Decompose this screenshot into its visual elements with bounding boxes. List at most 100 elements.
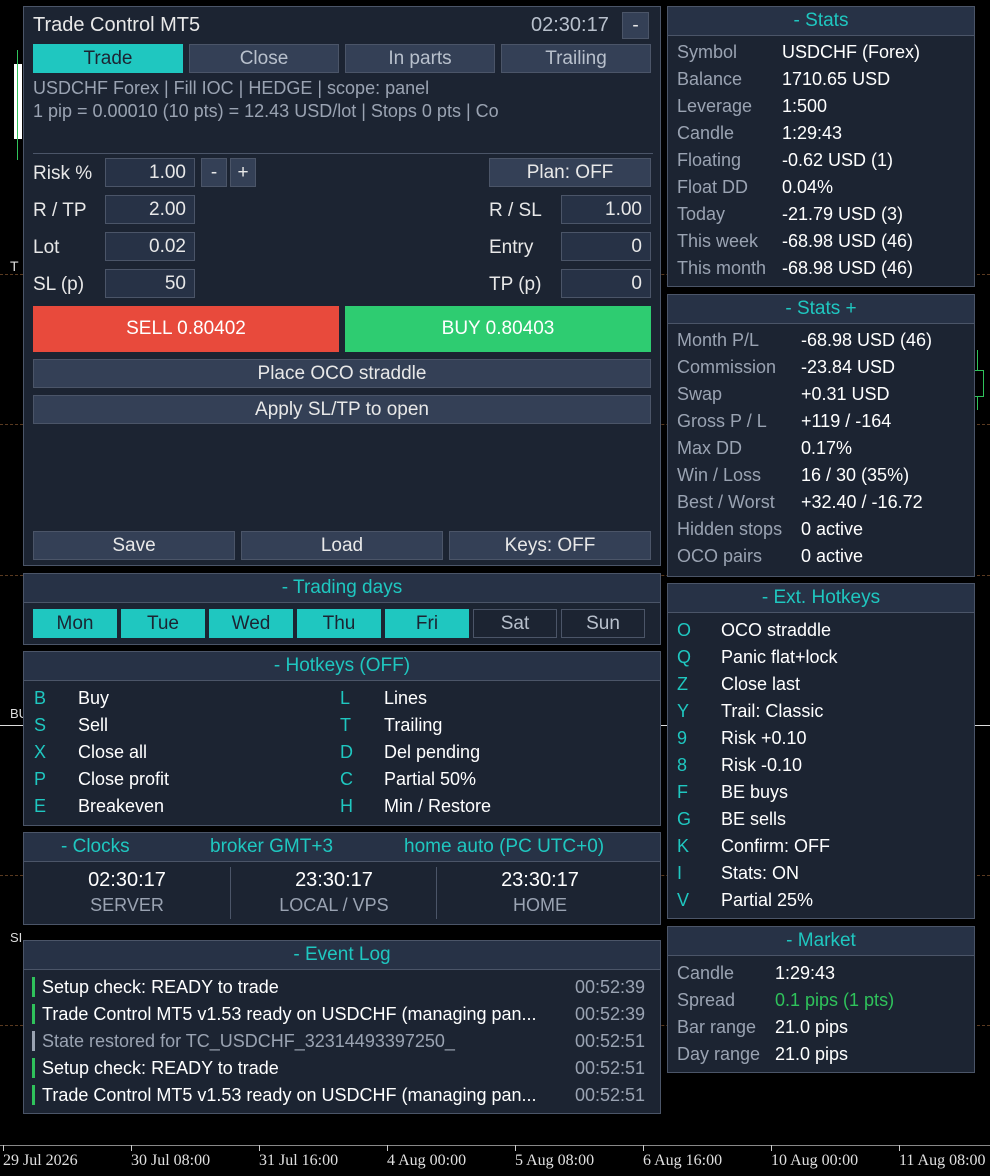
- tab-close[interactable]: Close: [189, 44, 339, 73]
- time-axis-label: 31 Jul 16:00: [259, 1152, 339, 1169]
- market-value: 21.0 pips: [775, 1044, 849, 1064]
- stat-value: -68.98 USD (46): [782, 231, 914, 251]
- risk-decrease-button[interactable]: -: [201, 158, 227, 187]
- stat-label: Commission: [677, 357, 777, 377]
- log-time: 00:52:51: [575, 1031, 646, 1051]
- candle-wick: [17, 50, 18, 160]
- sell-button[interactable]: SELL 0.80402: [33, 306, 339, 352]
- section-title: - Trading days: [24, 574, 660, 603]
- clock-server: 02:30:17 SERVER: [24, 867, 230, 919]
- lot-input[interactable]: 0.02: [105, 232, 195, 261]
- trading-days-panel: - Trading days Mon Tue Wed Thu Fri Sat Sun: [23, 573, 661, 645]
- hotkey-key: V: [677, 890, 690, 910]
- hotkey-key: Z: [677, 674, 688, 694]
- day-toggle-mon[interactable]: Mon: [33, 609, 117, 638]
- tab-trailing[interactable]: Trailing: [501, 44, 651, 73]
- oco-straddle-button[interactable]: Place OCO straddle: [33, 359, 651, 388]
- stat-value: -23.84 USD: [801, 357, 896, 377]
- tp-input[interactable]: 0: [561, 269, 651, 298]
- log-message: Setup check: READY to trade: [42, 977, 279, 997]
- hotkey-key: H: [340, 796, 353, 816]
- hotkey-action: Partial 50%: [384, 769, 477, 789]
- time-axis-label: 4 Aug 00:00: [387, 1152, 467, 1169]
- market-panel: - Market Candle 1:29:43 Spread 0.1 pips (1 …: [667, 926, 975, 1073]
- keys-toggle-button[interactable]: Keys: OFF: [449, 531, 651, 560]
- risk-label: Risk %: [33, 163, 93, 184]
- stat-label: Win / Loss: [677, 465, 762, 485]
- market-value: 0.1 pips (1 pts): [775, 990, 895, 1010]
- stat-label: OCO pairs: [677, 546, 763, 566]
- stat-value: -21.79 USD (3): [782, 204, 904, 224]
- market-value: 1:29:43: [775, 963, 836, 983]
- stat-value: 1:500: [782, 96, 828, 116]
- entry-input[interactable]: 0: [561, 232, 651, 261]
- broker-timezone: broker GMT+3: [210, 836, 334, 857]
- section-title: - Stats +: [668, 295, 974, 324]
- clock-time: 23:30:17: [501, 869, 579, 891]
- day-toggle-sun[interactable]: Sun: [561, 609, 645, 638]
- hotkey-action: Partial 25%: [721, 890, 814, 910]
- apply-sl-tp-button[interactable]: Apply SL/TP to open: [33, 395, 651, 424]
- stat-label: Swap: [677, 384, 723, 404]
- hotkey-action: BE sells: [721, 809, 787, 829]
- hotkey-key: K: [677, 836, 690, 856]
- day-toggle-fri[interactable]: Fri: [385, 609, 469, 638]
- r-sl-input[interactable]: 1.00: [561, 195, 651, 224]
- tab-in-parts[interactable]: In parts: [345, 44, 495, 73]
- day-toggle-sat[interactable]: Sat: [473, 609, 557, 638]
- hotkey-key: S: [34, 715, 47, 735]
- entry-label: Entry: [489, 237, 534, 258]
- market-label: Day range: [677, 1044, 761, 1064]
- hotkey-action: BE buys: [721, 782, 789, 802]
- stat-label: Float DD: [677, 177, 749, 197]
- sl-input[interactable]: 50: [105, 269, 195, 298]
- stat-label: Balance: [677, 69, 743, 89]
- time-axis-label: 30 Jul 08:00: [131, 1152, 211, 1169]
- buy-button[interactable]: BUY 0.80403: [345, 306, 651, 352]
- chart-label-fragment: T: [10, 258, 19, 274]
- hotkey-key: F: [677, 782, 688, 802]
- clock-home: 23:30:17 HOME: [436, 867, 643, 919]
- lot-label: Lot: [33, 237, 60, 258]
- hotkey-key: X: [34, 742, 47, 762]
- hotkey-action: Stats: ON: [721, 863, 800, 883]
- log-time: 00:52:39: [575, 1004, 646, 1024]
- clock-label: LOCAL / VPS: [279, 895, 389, 915]
- save-button[interactable]: Save: [33, 531, 235, 560]
- day-toggle-tue[interactable]: Tue: [121, 609, 205, 638]
- hotkey-key: 8: [677, 755, 688, 775]
- log-time: 00:52:51: [575, 1058, 646, 1078]
- hotkey-key: C: [340, 769, 353, 789]
- time-axis-label: 29 Jul 2026: [3, 1152, 78, 1169]
- section-title: - Ext. Hotkeys: [668, 584, 974, 613]
- stat-value: +32.40 / -16.72: [801, 492, 923, 512]
- clocks-panel: - Clocks broker GMT+3 home auto (PC UTC+…: [23, 832, 661, 925]
- stat-label: Max DD: [677, 438, 743, 458]
- load-button[interactable]: Load: [241, 531, 443, 560]
- risk-input[interactable]: 1.00: [105, 158, 195, 187]
- time-axis-label: 5 Aug 08:00: [515, 1152, 595, 1169]
- risk-increase-button[interactable]: +: [230, 158, 256, 187]
- stat-label: Gross P / L: [677, 411, 767, 431]
- day-toggle-wed[interactable]: Wed: [209, 609, 293, 638]
- log-message: Trade Control MT5 v1.53 ready on USDCHF …: [42, 1085, 537, 1105]
- plan-toggle-button[interactable]: Plan: OFF: [489, 158, 651, 187]
- log-time: 00:52:51: [575, 1085, 646, 1105]
- hotkey-action: Risk -0.10: [721, 755, 803, 775]
- event-log-panel: - Event Log Setup check: READY to trade 0…: [23, 940, 661, 1114]
- minimize-button[interactable]: -: [622, 12, 649, 39]
- tab-trade[interactable]: Trade: [33, 44, 183, 73]
- tp-label: TP (p): [489, 274, 542, 295]
- time-axis-label: 6 Aug 16:00: [643, 1152, 723, 1169]
- market-label: Spread: [677, 990, 736, 1010]
- stats-panel: - Stats Symbol USDCHF (Forex) Balance 1710.…: [667, 6, 975, 287]
- hotkey-action: Trailing: [384, 715, 443, 735]
- r-tp-input[interactable]: 2.00: [105, 195, 195, 224]
- day-toggle-thu[interactable]: Thu: [297, 609, 381, 638]
- stat-label: Candle: [677, 123, 735, 143]
- stats-plus-panel: - Stats + Month P/L -68.98 USD (46) Commis…: [667, 294, 975, 577]
- hotkey-action: Lines: [384, 688, 428, 708]
- hotkey-key: P: [34, 769, 47, 789]
- log-level-marker: [32, 1085, 35, 1105]
- stat-value: 0 active: [801, 519, 864, 539]
